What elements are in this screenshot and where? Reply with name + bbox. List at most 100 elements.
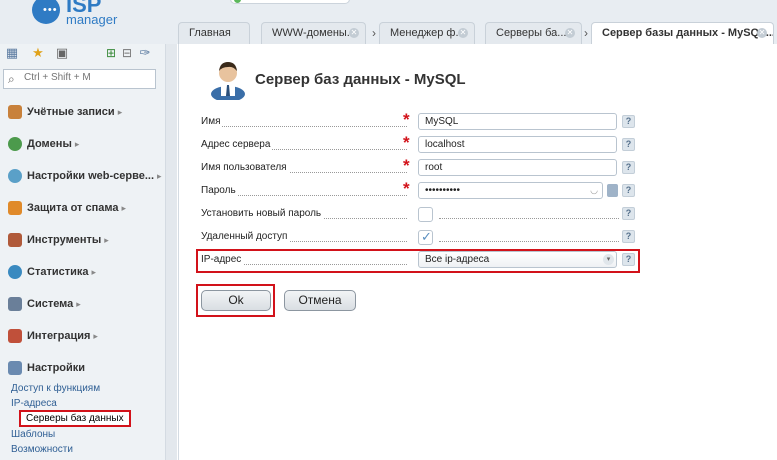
server-address-label: Адрес сервера	[201, 139, 273, 150]
sidebar-item-label: Защита от спама	[27, 201, 119, 214]
close-icon[interactable]: ✕	[565, 28, 575, 38]
sidebar-item-label: Настройки	[27, 361, 86, 374]
eye-icon[interactable]: ◡	[590, 183, 598, 198]
sidebar-item-label: Интеграция	[27, 329, 91, 342]
password-generator-icon[interactable]	[607, 184, 618, 197]
tab-bar: Главная WWW-домены... ✕ › Менеджер ф... ✕ …	[178, 22, 777, 45]
sidebar-splitter[interactable]	[165, 44, 177, 460]
sidebar-item-settings[interactable]: Настройки	[8, 361, 85, 377]
form-row-ip-address: IP-адрес Все ip-адреса ▾ ?	[199, 248, 639, 270]
set-new-password-checkbox[interactable]	[418, 207, 433, 222]
chevron-right-icon: ▸	[74, 138, 80, 149]
set-new-password-label: Установить новый пароль	[201, 208, 324, 219]
required-icon: *	[403, 156, 410, 175]
form-row-server-address: Адрес сервера * localhost ?	[199, 133, 639, 155]
header-search-bar[interactable]	[230, 0, 350, 4]
sidebar-item-spam[interactable]: Защита от спама ▸	[8, 201, 126, 217]
ip-address-value: Все ip-адреса	[425, 254, 490, 265]
password-value: ••••••••••	[425, 185, 461, 196]
tab-home[interactable]: Главная	[178, 22, 250, 44]
web-settings-icon	[8, 169, 22, 183]
password-label: Пароль	[201, 185, 238, 196]
sidebar-item-label: Домены	[27, 137, 72, 150]
help-icon[interactable]: ?	[622, 230, 635, 243]
system-icon	[8, 297, 22, 311]
sidebar: ▦ ★ ▣ ⊞ ⊟ ✑ ⌕ Учётные записи▸ Домены▸ На…	[0, 44, 177, 460]
sidebar-subitem-db-servers[interactable]: Серверы баз данных	[19, 410, 131, 427]
username-field[interactable]: root	[418, 159, 617, 176]
sidebar-item-accounts[interactable]: Учётные записи ▸	[8, 105, 122, 121]
tab-db-servers[interactable]: Серверы ба... ✕	[485, 22, 582, 44]
main-content: Сервер баз данных - MySQL Имя * MySQL ? …	[178, 44, 777, 460]
logo[interactable]: ••• ISP manager	[28, 0, 128, 34]
search-input[interactable]	[24, 72, 152, 83]
status-dot-icon	[234, 0, 241, 3]
sidebar-search[interactable]: ⌕	[3, 69, 156, 89]
tab-label: WWW-домены...	[272, 27, 356, 39]
username-label: Имя пользователя	[201, 162, 289, 173]
star-icon[interactable]: ★	[31, 46, 45, 60]
ok-button[interactable]: Ok	[201, 290, 271, 311]
remote-access-checkbox[interactable]	[418, 229, 433, 245]
sidebar-item-statistics[interactable]: Статистика ▸	[8, 265, 96, 281]
close-icon[interactable]: ✕	[349, 28, 359, 38]
tab-www-domains[interactable]: WWW-домены... ✕	[261, 22, 366, 44]
sidebar-item-label: Инструменты	[27, 233, 102, 246]
help-icon[interactable]: ?	[622, 115, 635, 128]
page-title: Сервер баз данных - MySQL	[255, 71, 466, 88]
sidebar-item-integration[interactable]: Интеграция ▸	[8, 329, 98, 345]
sidebar-subitem-function-access[interactable]: Доступ к функциям	[11, 383, 100, 394]
cancel-button[interactable]: Отмена	[284, 290, 356, 311]
form-row-name: Имя * MySQL ?	[199, 110, 639, 132]
tab-file-manager[interactable]: Менеджер ф... ✕	[379, 22, 475, 44]
dot-leader	[439, 218, 619, 219]
collapse-all-icon[interactable]: ⊟	[120, 46, 134, 60]
chevron-right-icon: ▸	[93, 330, 98, 341]
sidebar-item-domains[interactable]: Домены ▸	[8, 137, 79, 153]
help-icon[interactable]: ?	[622, 138, 635, 151]
chevron-right-icon: ›	[372, 26, 376, 40]
close-icon[interactable]: ✕	[458, 28, 468, 38]
logo-globe-icon: •••	[32, 0, 60, 24]
users-icon	[8, 105, 22, 119]
shield-icon	[8, 201, 22, 215]
form-row-remote-access: Удаленный доступ ?	[199, 225, 639, 247]
chevron-right-icon: ▸	[121, 202, 127, 213]
expand-all-icon[interactable]: ⊞	[104, 46, 118, 60]
tab-label: Серверы ба...	[496, 27, 567, 39]
name-label: Имя	[201, 116, 223, 127]
form-row-set-new-password: Установить новый пароль ?	[199, 202, 639, 224]
tab-db-server-mysql[interactable]: Сервер базы данных - MySQL... ✕	[591, 22, 774, 45]
server-address-field[interactable]: localhost	[418, 136, 617, 153]
globe-icon	[8, 137, 22, 151]
tab-label: Главная	[189, 27, 231, 39]
sidebar-item-web-settings[interactable]: Настройки web-серве... ▸	[8, 169, 162, 185]
required-icon: *	[403, 110, 410, 129]
sidebar-item-system[interactable]: Система ▸	[8, 297, 81, 313]
remote-access-label: Удаленный доступ	[201, 231, 290, 242]
help-icon[interactable]: ?	[622, 184, 635, 197]
sidebar-subitem-ip-addresses[interactable]: IP-адреса	[11, 398, 57, 409]
sidebar-item-tools[interactable]: Инструменты ▸	[8, 233, 109, 249]
sidebar-subitem-features[interactable]: Возможности	[11, 444, 73, 455]
pin-icon[interactable]: ✑	[138, 46, 152, 60]
chevron-right-icon: ▸	[104, 234, 109, 245]
sidebar-subitem-templates[interactable]: Шаблоны	[11, 429, 55, 440]
close-icon[interactable]: ✕	[757, 28, 767, 38]
help-icon[interactable]: ?	[622, 161, 635, 174]
ip-address-label: IP-адрес	[201, 254, 244, 265]
password-field[interactable]: •••••••••• ◡	[418, 182, 603, 199]
briefcase-icon[interactable]: ▣	[55, 46, 69, 60]
logo-subtitle: manager	[66, 12, 118, 27]
ip-address-select[interactable]: Все ip-адреса ▾	[418, 251, 617, 268]
help-icon[interactable]: ?	[622, 207, 635, 220]
tab-label: Сервер базы данных - MySQL...	[602, 27, 774, 39]
required-icon: *	[403, 133, 410, 152]
chevron-right-icon: ▸	[157, 170, 162, 181]
sidebar-item-label: Статистика	[27, 265, 89, 278]
form-row-username: Имя пользователя * root ?	[199, 156, 639, 178]
user-avatar-icon	[211, 62, 245, 100]
name-field[interactable]: MySQL	[418, 113, 617, 130]
grid-icon[interactable]: ▦	[5, 46, 19, 60]
help-icon[interactable]: ?	[622, 253, 635, 266]
